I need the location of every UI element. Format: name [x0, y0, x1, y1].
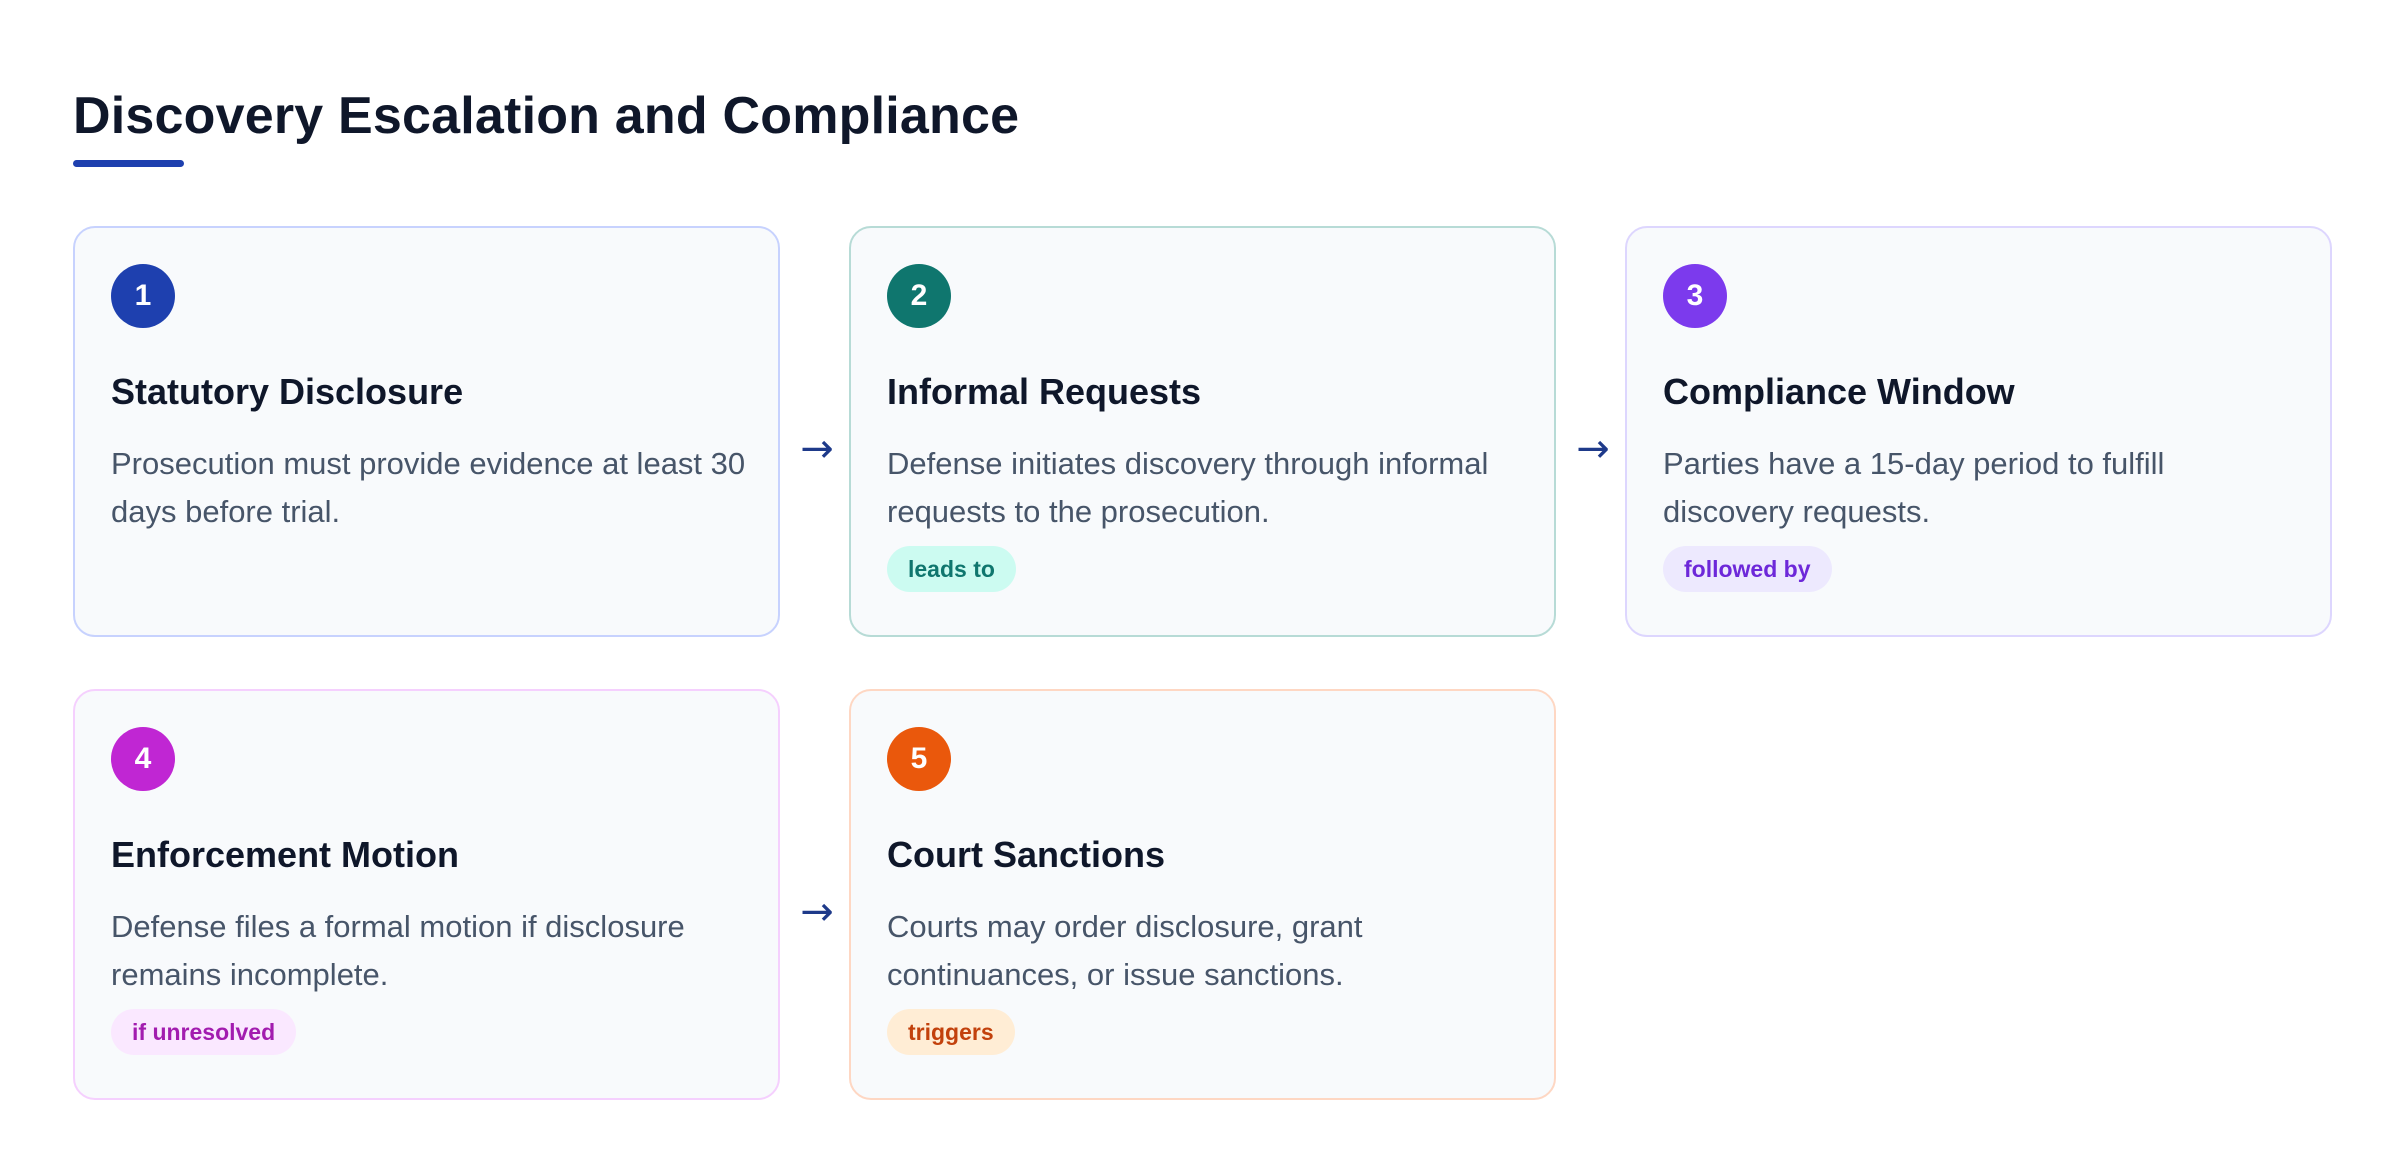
step-description: Defense initiates discovery through info…	[887, 446, 1489, 529]
step-title: Enforcement Motion	[111, 834, 459, 875]
arrow-right-icon: →	[800, 889, 834, 935]
step-card-1: 1 Statutory Disclosure Prosecution must …	[73, 226, 780, 637]
step-description: Defense files a formal motion if disclos…	[111, 909, 685, 992]
step-card-2: 2 Informal Requests Defense initiates di…	[849, 226, 1556, 637]
step-card-3: 3 Compliance Window Parties have a 15-da…	[1625, 226, 2332, 637]
step-card-5: 5 Court Sanctions Courts may order discl…	[849, 689, 1556, 1100]
step-description: Courts may order disclosure, grant conti…	[887, 909, 1363, 992]
relation-tag: if unresolved	[111, 1009, 297, 1055]
step-title: Informal Requests	[887, 371, 1202, 412]
step-number-badge: 5	[887, 727, 951, 791]
step-title: Statutory Disclosure	[111, 371, 464, 412]
page-title: Discovery Escalation and Compliance	[73, 87, 1020, 145]
step-description: Parties have a 15-day period to fulfill …	[1663, 446, 2165, 529]
step-title: Compliance Window	[1663, 371, 2015, 412]
step-number-badge: 2	[887, 264, 951, 328]
arrow-right-icon: →	[1576, 426, 1610, 472]
step-number-badge: 1	[111, 264, 175, 328]
step-number-badge: 4	[111, 727, 175, 791]
step-number-badge: 3	[1663, 264, 1727, 328]
arrow-right-icon: →	[800, 426, 834, 472]
step-card-4: 4 Enforcement Motion Defense files a for…	[73, 689, 780, 1100]
step-description: Prosecution must provide evidence at lea…	[111, 446, 746, 529]
relation-tag: followed by	[1663, 546, 1832, 592]
relation-tag: leads to	[887, 546, 1016, 592]
relation-tag: triggers	[887, 1009, 1015, 1055]
step-title: Court Sanctions	[887, 834, 1166, 875]
title-underline	[73, 160, 184, 167]
